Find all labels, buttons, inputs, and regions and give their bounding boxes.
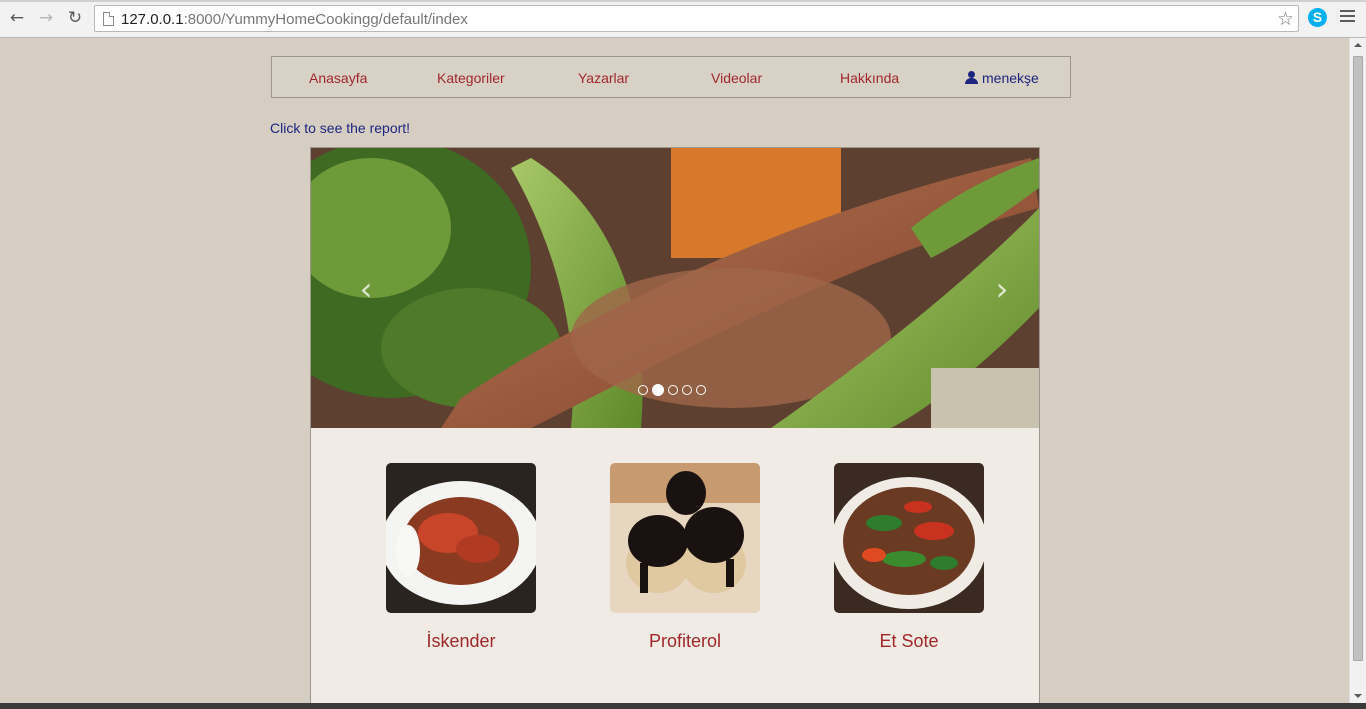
address-url[interactable]: 127.0.0.1:8000/YummyHomeCookingg/default… bbox=[121, 11, 468, 28]
food-carousel[interactable]: ‹ › bbox=[311, 148, 1039, 428]
url-host: 127.0.0.1 bbox=[121, 11, 184, 28]
bookmark-star-icon[interactable]: ☆ bbox=[1277, 8, 1294, 30]
carousel-next-button[interactable]: › bbox=[987, 271, 1017, 307]
main-navbar: Anasayfa Kategoriler Yazarlar Videolar H… bbox=[271, 56, 1071, 98]
tab-strip-edge bbox=[0, 0, 1366, 2]
dish-name-et-sote[interactable]: Et Sote bbox=[834, 631, 984, 652]
scroll-down-icon[interactable] bbox=[1354, 694, 1362, 698]
user-name: menekşe bbox=[982, 70, 1039, 86]
nav-anasayfa[interactable]: Anasayfa bbox=[309, 70, 367, 86]
carousel-prev-button[interactable]: ‹ bbox=[351, 271, 381, 307]
skype-extension-icon[interactable]: S bbox=[1308, 8, 1327, 27]
back-arrow-icon[interactable]: ← bbox=[7, 8, 27, 28]
dish-name-profiterol[interactable]: Profiterol bbox=[610, 631, 760, 652]
forward-arrow-icon[interactable]: → bbox=[36, 8, 56, 28]
dish-image-iskender[interactable] bbox=[386, 463, 536, 613]
dish-card-iskender[interactable]: İskender bbox=[386, 463, 536, 652]
carousel-indicator[interactable] bbox=[696, 384, 706, 395]
address-bar[interactable]: 127.0.0.1:8000/YummyHomeCookingg/default… bbox=[94, 5, 1299, 32]
scroll-up-icon[interactable] bbox=[1354, 43, 1362, 47]
nav-yazarlar[interactable]: Yazarlar bbox=[578, 70, 629, 86]
reload-icon[interactable]: ↻ bbox=[65, 8, 85, 28]
browser-toolbar: ← → ↻ 127.0.0.1:8000/YummyHomeCookingg/d… bbox=[0, 0, 1366, 38]
carousel-indicator[interactable] bbox=[668, 384, 678, 395]
nav-user-menu[interactable]: menekşe bbox=[965, 70, 1039, 86]
nav-videolar[interactable]: Videolar bbox=[711, 70, 762, 86]
dish-card-profiterol[interactable]: Profiterol bbox=[610, 463, 760, 652]
nav-hakkinda[interactable]: Hakkında bbox=[840, 70, 899, 86]
hamburger-menu-icon[interactable] bbox=[1340, 10, 1355, 24]
carousel-indicator[interactable] bbox=[638, 384, 648, 395]
dish-image-profiterol[interactable] bbox=[610, 463, 760, 613]
carousel-indicators bbox=[638, 381, 710, 396]
content-panel: ‹ › İskender Profiterol Et Sote bbox=[310, 147, 1040, 707]
carousel-indicator-active[interactable] bbox=[652, 383, 664, 396]
dish-name-iskender[interactable]: İskender bbox=[386, 631, 536, 652]
scrollbar-thumb[interactable] bbox=[1353, 56, 1363, 661]
page-icon bbox=[103, 12, 114, 26]
dish-card-et-sote[interactable]: Et Sote bbox=[834, 463, 984, 652]
taskbar-edge bbox=[0, 703, 1366, 709]
carousel-indicator[interactable] bbox=[682, 384, 692, 395]
url-path: :8000/YummyHomeCookingg/default/index bbox=[183, 11, 468, 28]
vertical-scrollbar[interactable] bbox=[1349, 38, 1366, 703]
user-icon bbox=[965, 71, 978, 84]
report-link[interactable]: Click to see the report! bbox=[270, 120, 410, 136]
nav-kategoriler[interactable]: Kategoriler bbox=[437, 70, 505, 86]
dish-image-et-sote[interactable] bbox=[834, 463, 984, 613]
